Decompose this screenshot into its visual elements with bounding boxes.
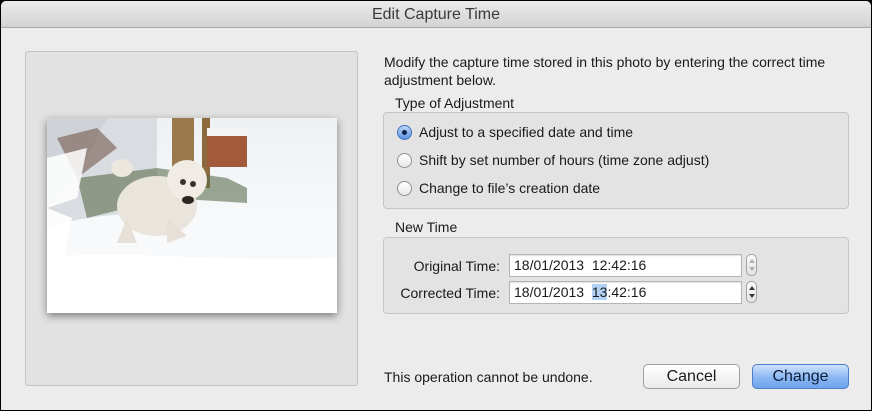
original-time-stepper <box>746 254 757 276</box>
radio-label: Adjust to a specified date and time <box>419 124 634 140</box>
new-time-group-label: New Time <box>395 219 458 235</box>
radio-adjust-specified[interactable]: Adjust to a specified date and time <box>397 122 633 142</box>
intro-text: Modify the capture time stored in this p… <box>384 54 826 88</box>
adjustment-group: Adjust to a specified date and time Shif… <box>383 112 849 209</box>
radio-label: Shift by set number of hours (time zone … <box>419 152 710 168</box>
dialog-title: Edit Capture Time <box>1 1 871 28</box>
new-time-group: Original Time: 18/01/2013 12:42:16 Corre… <box>383 237 849 314</box>
cancel-button[interactable]: Cancel <box>643 364 740 389</box>
radio-selected-icon[interactable] <box>397 124 412 140</box>
corrected-minsec-segment[interactable]: :42:16 <box>607 284 646 300</box>
corrected-time-label: Corrected Time: <box>400 285 500 301</box>
corrected-date-segment[interactable]: 18/01/2013 <box>514 284 592 300</box>
radio-unselected-icon[interactable] <box>397 180 412 196</box>
corrected-time-field[interactable]: 18/01/2013 13:42:16 <box>509 281 742 304</box>
edit-capture-time-dialog: Edit Capture Time Modify the capture tim… <box>1 1 871 410</box>
change-button[interactable]: Change <box>752 364 849 389</box>
original-time-label: Original Time: <box>413 258 500 274</box>
adjustment-group-label: Type of Adjustment <box>395 95 515 111</box>
photo-preview-well <box>25 51 358 386</box>
corrected-hour-segment[interactable]: 13 <box>591 284 608 300</box>
radio-unselected-icon[interactable] <box>397 152 412 168</box>
radio-file-creation-date[interactable]: Change to file’s creation date <box>397 178 600 198</box>
corrected-time-stepper[interactable] <box>746 281 757 303</box>
photo-thumbnail <box>47 118 337 313</box>
undo-warning-text: This operation cannot be undone. <box>384 369 593 385</box>
original-time-field: 18/01/2013 12:42:16 <box>509 254 742 277</box>
radio-label: Change to file’s creation date <box>419 180 601 196</box>
radio-shift-hours[interactable]: Shift by set number of hours (time zone … <box>397 150 709 170</box>
